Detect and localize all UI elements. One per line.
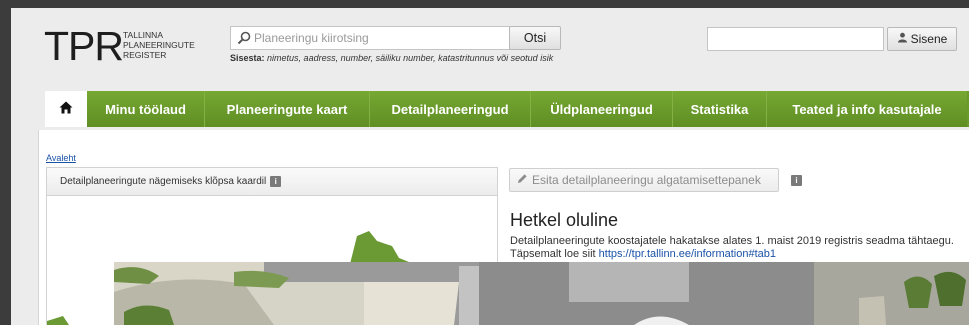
news-title: Hetkel oluline [510, 210, 619, 230]
breadcrumb-home[interactable]: Avaleht [46, 153, 76, 163]
news-link[interactable]: https://tpr.tallinn.ee/information#tab1 [599, 248, 776, 260]
submit-proposal-button[interactable]: Esita detailplaneeringu algatamisettepan… [509, 168, 779, 192]
login-button-label: Sisene [910, 32, 948, 46]
search-placeholder: Planeeringu kiirotsing [254, 31, 369, 45]
logo-text: TPR [44, 23, 124, 69]
logo-subtitle-line: REGISTER [123, 50, 167, 60]
nav-item-statistika[interactable]: Statistika [673, 91, 767, 127]
nav-item-minu-toolaud[interactable]: Minu töölaud [87, 91, 205, 127]
search-hint-text: nimetus, aadress, number, säiliku number… [267, 53, 554, 63]
3d-city-image [114, 262, 969, 325]
search-hint-label: Sisesta: [230, 53, 265, 63]
info-icon[interactable]: i [791, 175, 802, 186]
login-button[interactable]: Sisene [887, 27, 957, 51]
news-text: Detailplaneeringute koostajatele hakatak… [510, 235, 965, 261]
search-button[interactable]: Otsi [509, 26, 561, 50]
nav-home[interactable] [45, 91, 87, 127]
main-nav: Minu töölaud Planeeringute kaart Detailp… [45, 91, 969, 127]
logo-subtitle-line: TALLINNA [123, 30, 163, 40]
map-panel-title: Detailplaneeringute nägemiseks klõpsa ka… [60, 176, 267, 187]
submit-proposal-label: Esita detailplaneeringu algatamisettepan… [532, 173, 761, 187]
logo-subtitle: TALLINNA PLANEERINGUTE REGISTER [123, 30, 233, 60]
house-icon [59, 101, 73, 117]
login-input[interactable] [707, 27, 884, 51]
user-icon [897, 32, 908, 46]
logo-subtitle-line: PLANEERINGUTE [123, 40, 195, 50]
magnifier-icon [237, 31, 251, 45]
nav-item-planeeringute-kaart[interactable]: Planeeringute kaart [205, 91, 370, 127]
nav-item-detailplaneeringud[interactable]: Detailplaneeringud [370, 91, 531, 127]
map-panel-header: Detailplaneeringute nägemiseks klõpsa ka… [47, 168, 497, 196]
map-region[interactable] [47, 316, 71, 325]
search-hint: Sisesta: nimetus, aadress, number, säili… [230, 53, 600, 64]
search-input[interactable]: Planeeringu kiirotsing [230, 26, 510, 50]
nav-item-uldplaneeringud[interactable]: Üldplaneeringud [531, 91, 673, 127]
pencil-icon [517, 173, 528, 187]
nav-item-teated[interactable]: Teated ja info kasutajale [767, 91, 967, 127]
info-icon[interactable]: i [270, 176, 282, 187]
